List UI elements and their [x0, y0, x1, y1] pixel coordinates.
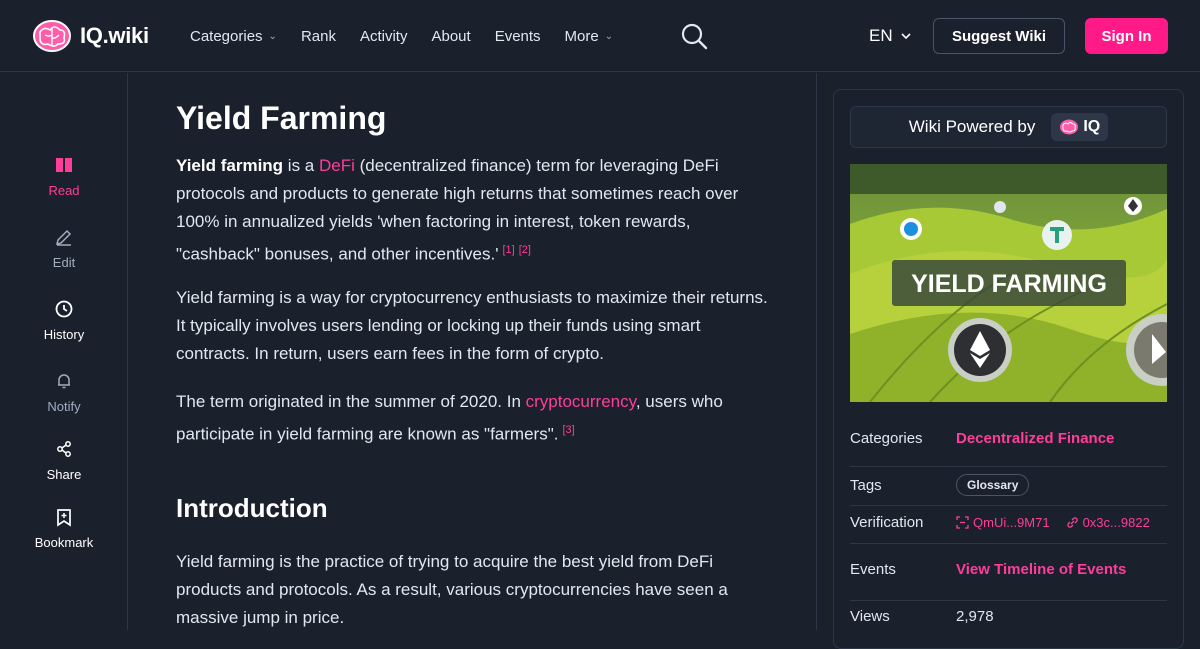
- reference-link[interactable]: [1]: [502, 244, 514, 256]
- row-divider: [850, 543, 1167, 544]
- nav-label: Categories: [190, 27, 263, 45]
- bold-term: Yield farming: [176, 156, 284, 175]
- nav-label: More: [564, 27, 599, 45]
- wiki-hero-image: YIELD FARMING: [850, 164, 1167, 402]
- top-navbar: IQ.wiki Categories ⌄ Rank Activity About …: [0, 0, 1200, 72]
- site-logo[interactable]: IQ.wiki: [32, 18, 149, 54]
- column-divider: [816, 73, 817, 630]
- article-paragraph: Yield farming is a way for cryptocurrenc…: [176, 288, 768, 363]
- sidebar-item-label: Read: [48, 183, 80, 198]
- section-heading: Introduction: [176, 493, 328, 523]
- brain-logo-icon: [1060, 119, 1079, 135]
- article-paragraph: The term originated in the summer of 202…: [176, 388, 766, 449]
- ipfs-hash-link[interactable]: QmUi...9M71: [956, 515, 1050, 530]
- bell-icon: [58, 374, 70, 389]
- sidebar-item-edit[interactable]: Edit: [0, 227, 128, 270]
- reference-link[interactable]: [3]: [562, 424, 574, 436]
- sidebar-item-label: Notify: [47, 399, 81, 414]
- defi-link[interactable]: DeFi: [319, 156, 355, 175]
- row-label: Categories: [850, 430, 923, 447]
- text: is a: [283, 156, 319, 175]
- tx-hash-text: 0x3c...9822: [1082, 515, 1150, 530]
- iq-badge[interactable]: IQ: [1051, 113, 1109, 141]
- categories-row: Categories Decentralized Finance: [850, 430, 1167, 447]
- text: The term originated in the summer of 202…: [176, 392, 526, 411]
- views-row: Views 2,978: [850, 608, 1167, 625]
- nav-about[interactable]: About: [431, 28, 470, 45]
- action-sidebar: Read Edit History Notify Share Bookmark: [0, 73, 128, 630]
- row-label: Tags: [850, 476, 882, 494]
- book-icon: [56, 158, 72, 172]
- nav-label: Events: [494, 27, 541, 45]
- pencil-icon: [55, 229, 72, 246]
- nav-label: Rank: [300, 27, 336, 45]
- nav-label: About: [431, 27, 471, 45]
- row-label: Events: [850, 561, 896, 578]
- page-title: Yield Farming: [176, 100, 387, 136]
- hero-title-text: YIELD FARMING: [911, 270, 1107, 298]
- nav-categories[interactable]: Categories ⌄: [190, 28, 277, 45]
- nav-rank[interactable]: Rank: [301, 28, 336, 45]
- powered-by-label: Wiki Powered by: [908, 117, 1036, 136]
- verification-row: Verification QmUi...9M71 0x3c...9822: [850, 514, 1167, 531]
- nav-more[interactable]: More ⌄: [565, 28, 614, 45]
- article-paragraph: Yield farming is the practice of trying …: [176, 552, 728, 627]
- sidebar-item-share[interactable]: Share: [0, 439, 128, 482]
- reference-link[interactable]: [2]: [519, 244, 531, 256]
- tx-hash-link[interactable]: 0x3c...9822: [1066, 515, 1150, 530]
- search-icon[interactable]: [680, 22, 708, 50]
- sidebar-item-label: Bookmark: [34, 535, 94, 550]
- sidebar-item-bookmark[interactable]: Bookmark: [0, 507, 128, 550]
- row-divider: [850, 505, 1167, 506]
- row-label: Views: [850, 608, 890, 625]
- tags-row: Tags Glossary: [850, 474, 1167, 496]
- link-icon: [1066, 517, 1078, 528]
- views-count: 2,978: [956, 608, 994, 625]
- ipfs-icon: [956, 516, 969, 529]
- iq-badge-label: IQ: [1083, 118, 1101, 135]
- brain-logo-icon: [33, 20, 71, 52]
- row-label: Verification: [850, 514, 924, 531]
- events-row: Events View Timeline of Events: [850, 561, 1167, 578]
- share-icon: [57, 441, 71, 457]
- tag-badge[interactable]: Glossary: [956, 474, 1030, 496]
- nav-label: Activity: [359, 27, 408, 45]
- sidebar-item-label: Share: [46, 467, 82, 482]
- sign-in-button[interactable]: Sign In: [1085, 18, 1168, 54]
- sidebar-item-read[interactable]: Read: [0, 155, 128, 198]
- suggest-wiki-button[interactable]: Suggest Wiki: [933, 18, 1065, 54]
- history-icon: [55, 300, 73, 318]
- powered-by-box: Wiki Powered by IQ: [850, 106, 1167, 148]
- sidebar-item-notify[interactable]: Notify: [0, 371, 128, 414]
- row-divider: [850, 600, 1167, 601]
- chevron-down-icon: ⌄: [604, 30, 614, 42]
- sidebar-item-history[interactable]: History: [0, 299, 128, 342]
- category-link[interactable]: Decentralized Finance: [956, 430, 1114, 447]
- bookmark-icon: [57, 509, 71, 527]
- main-nav: Categories ⌄ Rank Activity About Events M…: [190, 0, 637, 72]
- wiki-info-panel: Wiki Powered by IQ YIELD FARMING Categor…: [833, 89, 1184, 649]
- view-timeline-link[interactable]: View Timeline of Events: [956, 561, 1126, 578]
- nav-activity[interactable]: Activity: [360, 28, 408, 45]
- sidebar-item-label: History: [43, 327, 85, 342]
- article-paragraph: Yield farming is a DeFi (decentralized f…: [176, 152, 766, 269]
- chevron-down-icon: [901, 33, 911, 39]
- ipfs-hash-text: QmUi...9M71: [973, 515, 1050, 530]
- language-label: EN: [869, 26, 893, 45]
- sidebar-item-label: Edit: [52, 255, 76, 270]
- nav-events[interactable]: Events: [495, 28, 541, 45]
- chevron-down-icon: ⌄: [268, 30, 277, 42]
- row-divider: [850, 466, 1167, 467]
- cryptocurrency-link[interactable]: cryptocurrency: [526, 392, 636, 411]
- brand-name: IQ.wiki: [80, 23, 149, 48]
- language-selector[interactable]: EN: [869, 26, 911, 46]
